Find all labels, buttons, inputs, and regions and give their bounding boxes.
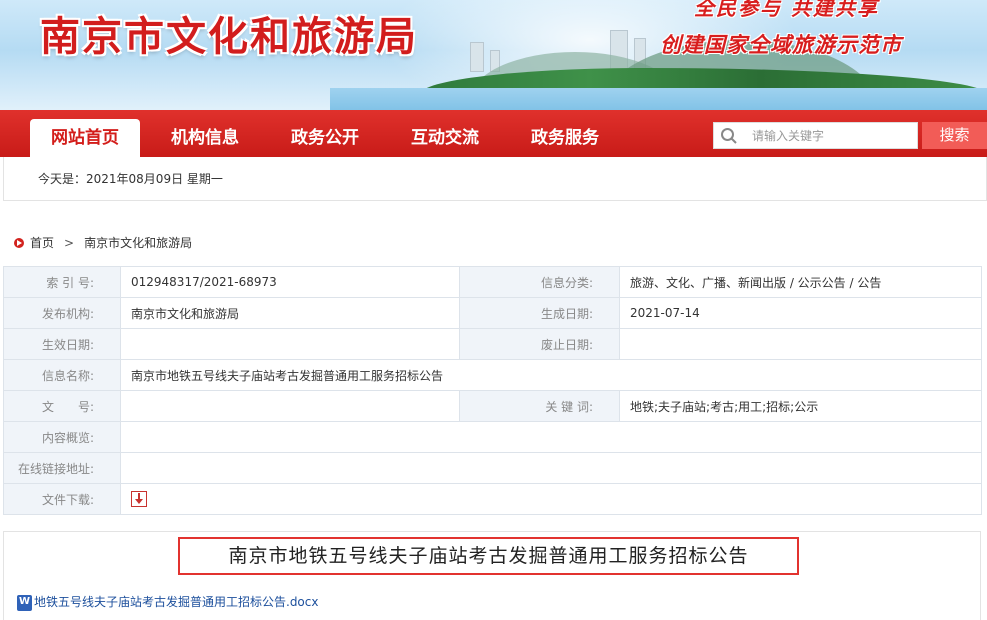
attachment-link: 地铁五号线夫子庙站考古发掘普通用工招标公告.docx	[17, 593, 318, 611]
table-row: 文 号: 关 键 词: 地铁;夫子庙站;考古;用工;招标;公示	[3, 390, 982, 422]
banner-building	[470, 42, 484, 72]
overview-label: 内容概览:	[3, 421, 121, 453]
search-input[interactable]	[752, 125, 912, 146]
document-info-table: 索 引 号: 012948317/2021-68973 信息分类: 旅游、文化、…	[3, 266, 982, 515]
nav-tab-interaction[interactable]: 互动交流	[390, 119, 500, 157]
nav-tab-home[interactable]: 网站首页	[30, 119, 140, 157]
online-link-value	[120, 452, 982, 484]
effective-date-value	[120, 328, 460, 360]
search-icon	[721, 128, 737, 144]
current-date: 今天是：2021年08月09日 星期一	[38, 172, 223, 186]
download-icon[interactable]	[131, 491, 147, 507]
table-row: 文件下载:	[3, 483, 982, 515]
table-row: 内容概览:	[3, 421, 982, 453]
index-number-label: 索 引 号:	[3, 266, 121, 298]
breadcrumb: 首页 > 南京市文化和旅游局	[14, 234, 192, 250]
site-title[interactable]: 南京市文化和旅游局	[40, 4, 418, 62]
attachment-file-link[interactable]: 地铁五号线夫子庙站考古发掘普通用工招标公告.docx	[34, 595, 318, 609]
table-row: 生效日期: 废止日期:	[3, 328, 982, 360]
article-title: 南京市地铁五号线夫子庙站考古发掘普通用工服务招标公告	[178, 537, 799, 575]
table-row: 索 引 号: 012948317/2021-68973 信息分类: 旅游、文化、…	[3, 266, 982, 298]
table-row: 发布机构: 南京市文化和旅游局 生成日期: 2021-07-14	[3, 297, 982, 329]
table-row: 信息名称: 南京市地铁五号线夫子庙站考古发掘普通用工服务招标公告	[3, 359, 982, 391]
slogan-line-2: 创建国家全域旅游示范市	[660, 32, 902, 57]
search-box	[713, 122, 918, 149]
keywords-label: 关 键 词:	[459, 390, 620, 422]
repeal-date-value	[619, 328, 982, 360]
overview-value	[120, 421, 982, 453]
main-nav: 网站首页 机构信息 政务公开 互动交流 政务服务 搜索	[0, 110, 987, 157]
publisher-value: 南京市文化和旅游局	[120, 297, 460, 329]
slogan-line-1: 全民参与 共建共享	[694, 0, 879, 20]
nav-tab-government-affairs[interactable]: 政务公开	[270, 119, 380, 157]
header-banner: 南京市文化和旅游局 全民参与 共建共享 创建国家全域旅游示范市	[0, 0, 987, 112]
keywords-value: 地铁;夫子庙站;考古;用工;招标;公示	[619, 390, 982, 422]
info-name-label: 信息名称:	[3, 359, 121, 391]
online-link-label: 在线链接地址:	[3, 452, 121, 484]
created-date-value: 2021-07-14	[619, 297, 982, 329]
file-download-label: 文件下载:	[3, 483, 121, 515]
info-name-value: 南京市地铁五号线夫子庙站考古发掘普通用工服务招标公告	[120, 359, 982, 391]
table-row: 在线链接地址:	[3, 452, 982, 484]
publisher-label: 发布机构:	[3, 297, 121, 329]
home-bullet-icon	[14, 238, 24, 248]
breadcrumb-separator: >	[64, 236, 75, 250]
banner-lake	[330, 88, 987, 112]
nav-tab-services[interactable]: 政务服务	[510, 119, 620, 157]
category-value: 旅游、文化、广播、新闻出版 / 公示公告 / 公告	[619, 266, 982, 298]
file-download-cell	[120, 483, 982, 515]
document-number-value	[120, 390, 460, 422]
document-number-label: 文 号:	[3, 390, 121, 422]
word-document-icon	[17, 594, 32, 611]
category-label: 信息分类:	[459, 266, 620, 298]
nav-tab-organization[interactable]: 机构信息	[150, 119, 260, 157]
search-button[interactable]: 搜索	[922, 122, 987, 149]
date-bar: 今天是：2021年08月09日 星期一	[3, 157, 987, 201]
effective-date-label: 生效日期:	[3, 328, 121, 360]
repeal-date-label: 废止日期:	[459, 328, 620, 360]
index-number-value: 012948317/2021-68973	[120, 266, 460, 298]
breadcrumb-home-link[interactable]: 首页	[30, 236, 54, 250]
breadcrumb-current-link[interactable]: 南京市文化和旅游局	[84, 236, 192, 250]
created-date-label: 生成日期:	[459, 297, 620, 329]
